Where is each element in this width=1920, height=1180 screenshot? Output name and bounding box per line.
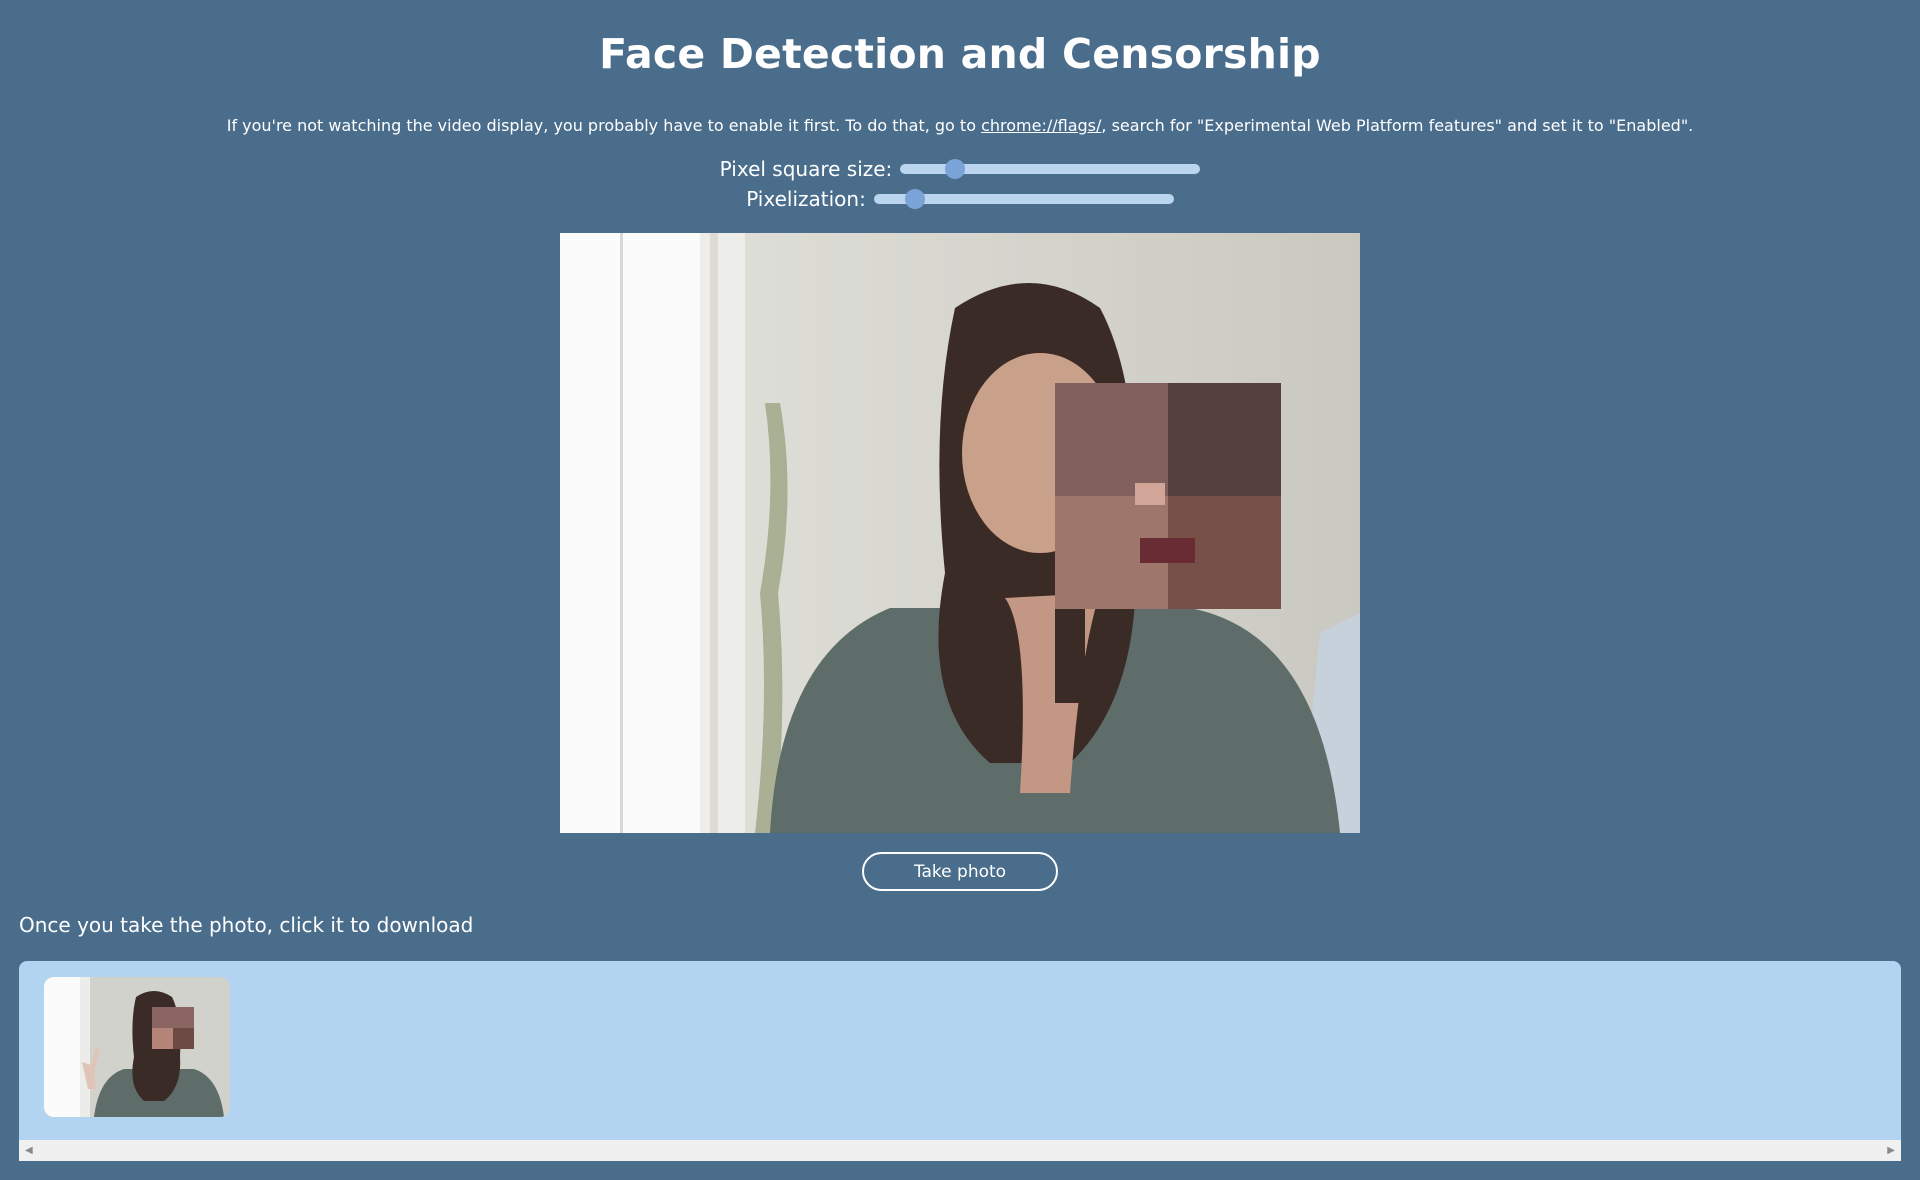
captured-photo-image	[44, 977, 230, 1117]
pixelization-slider[interactable]	[873, 189, 1174, 209]
take-photo-button[interactable]: Take photo	[862, 852, 1058, 891]
instructions-text: If you're not watching the video display…	[0, 116, 1920, 135]
pixel-size-slider[interactable]	[900, 159, 1201, 179]
gallery-horizontal-scrollbar[interactable]: ◀ ▶	[19, 1140, 1901, 1161]
webcam-frame-image	[560, 233, 1360, 833]
video-display	[560, 233, 1360, 833]
download-hint: Once you take the photo, click it to dow…	[19, 913, 474, 937]
photo-gallery: ◀ ▶	[19, 961, 1901, 1161]
pixelated-face-overlay	[1055, 383, 1281, 609]
pixel-size-control: Pixel square size:	[0, 157, 1920, 181]
pixel-size-label: Pixel square size:	[719, 157, 893, 181]
scroll-right-arrow-icon[interactable]: ▶	[1887, 1145, 1895, 1156]
captured-photo-thumbnail[interactable]	[44, 977, 230, 1117]
scroll-left-arrow-icon[interactable]: ◀	[25, 1145, 33, 1156]
page-title: Face Detection and Censorship	[599, 30, 1321, 78]
pixelization-slider-thumb[interactable]	[904, 189, 925, 209]
pixelization-label: Pixelization:	[746, 187, 866, 211]
instructions-suffix: , search for "Experimental Web Platform …	[1101, 116, 1694, 135]
pixel-size-slider-thumb[interactable]	[945, 159, 966, 179]
chrome-flags-link[interactable]: chrome://flags/	[981, 116, 1101, 135]
instructions-prefix: If you're not watching the video display…	[226, 116, 982, 135]
pixelization-control: Pixelization:	[0, 187, 1920, 211]
